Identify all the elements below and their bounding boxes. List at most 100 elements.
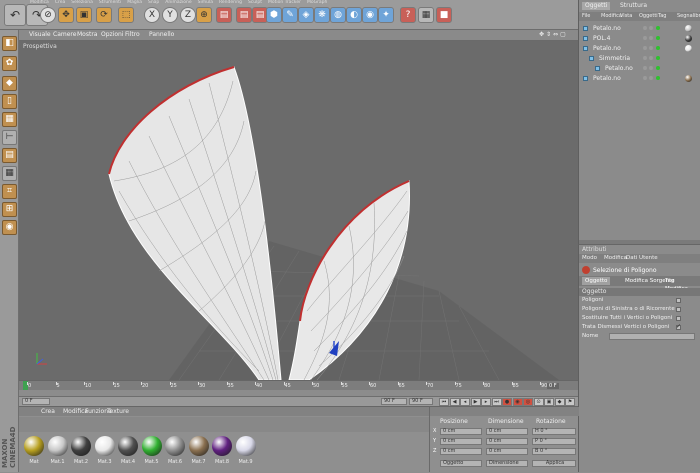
scale-icon[interactable]: ▣ <box>76 7 92 23</box>
attribute-tab[interactable]: Oggetto <box>582 277 611 285</box>
main-menu-item[interactable]: Crea <box>55 0 65 5</box>
texture-icon[interactable]: ✿ <box>2 56 17 71</box>
viewport-menu-pannello[interactable]: Pannello <box>149 31 174 38</box>
size-field[interactable]: 0 cm <box>486 428 528 435</box>
object-menu-item[interactable]: Segnalibri <box>677 13 700 19</box>
coordinate-system-icon[interactable]: ⊕ <box>196 7 212 23</box>
cube-icon[interactable]: ⬢ <box>266 7 282 23</box>
transport-button[interactable]: ⚑ <box>565 398 575 406</box>
main-menu-item[interactable]: Animazione <box>165 0 191 5</box>
material-swatch[interactable] <box>94 436 115 456</box>
apply-button[interactable]: Applica <box>532 460 576 467</box>
axis-icon[interactable]: ⊢ <box>2 130 17 145</box>
tab-structure[interactable]: Struttura <box>617 2 650 10</box>
material-swatch[interactable] <box>235 436 256 456</box>
attribute-name-field[interactable] <box>609 333 695 340</box>
transport-button[interactable]: ◉ <box>512 398 523 406</box>
end-frame-field[interactable]: 90 F <box>409 398 433 405</box>
edges-icon[interactable]: ▯ <box>2 94 17 109</box>
material-swatch[interactable] <box>188 436 209 456</box>
rotate-icon[interactable]: ⟳ <box>96 7 112 23</box>
attribute-checkbox[interactable] <box>676 298 681 303</box>
rotation-field[interactable]: B 0 ° <box>532 448 576 455</box>
grid-icon[interactable]: ▦ <box>2 166 17 181</box>
object-row[interactable]: POL.4 <box>579 34 700 43</box>
stop-icon[interactable]: ■ <box>436 7 452 23</box>
move-icon[interactable]: ✥ <box>58 7 74 23</box>
position-field[interactable]: 0 cm <box>440 428 482 435</box>
material-tag-icon[interactable] <box>685 25 692 32</box>
transport-button[interactable]: ▸ <box>481 398 491 406</box>
calculator-icon[interactable]: ▦ <box>418 7 434 23</box>
z-axis-icon[interactable]: Z <box>180 7 196 23</box>
material-swatch[interactable] <box>212 436 232 456</box>
attribute-menu-item[interactable]: Dati Utente <box>626 255 658 261</box>
material-swatch[interactable] <box>47 436 68 456</box>
main-menu-item[interactable]: Seleziona <box>71 0 93 5</box>
material-swatch[interactable] <box>165 436 185 456</box>
main-menu-item[interactable]: MoGraph <box>307 0 327 5</box>
object-menu-item[interactable]: Oggetti <box>639 13 658 19</box>
rotation-field[interactable]: P 0 ° <box>532 438 576 445</box>
transport-button[interactable]: ▣ <box>544 398 554 406</box>
camera-icon[interactable]: ◉ <box>362 7 378 23</box>
make-editable-icon[interactable]: ◧ <box>2 36 17 51</box>
material-swatch[interactable] <box>141 436 162 456</box>
main-menu-item[interactable]: Strumenti <box>99 0 121 5</box>
object-menu-item[interactable]: Vista <box>620 13 632 19</box>
array-icon[interactable]: ❋ <box>314 7 330 23</box>
viewport-perspective[interactable]: Prospettiva <box>19 41 578 380</box>
visibility-editor-dot[interactable] <box>643 26 647 30</box>
enable-check-dot[interactable] <box>656 26 660 30</box>
viewport-menu-filtro[interactable]: Filtro <box>125 31 140 38</box>
object-row[interactable]: Simmetria <box>579 54 700 63</box>
spline-pen-icon[interactable]: ✎ <box>282 7 298 23</box>
coordinate-size-select[interactable]: Dimensione <box>486 460 528 467</box>
transport-button[interactable]: ⏮ <box>439 398 449 406</box>
material-swatch[interactable] <box>71 436 91 456</box>
viewport-menu-camere[interactable]: Camere <box>53 31 76 38</box>
visibility-render-dot[interactable] <box>649 36 653 40</box>
main-menu-item[interactable]: Sculpt <box>248 0 262 5</box>
light-icon[interactable]: ✦ <box>378 7 394 23</box>
visibility-editor-dot[interactable] <box>643 76 647 80</box>
material-tag-icon[interactable] <box>685 45 692 52</box>
render-picture-icon[interactable]: ▤ <box>236 7 252 23</box>
x-axis-icon[interactable]: X <box>144 7 160 23</box>
undo-icon[interactable]: ↶ <box>4 4 26 26</box>
python-icon[interactable]: ? <box>400 7 416 23</box>
size-field[interactable]: 0 cm <box>486 438 528 445</box>
object-menu-item[interactable]: Tag <box>658 13 666 19</box>
lock-icon[interactable]: ◉ <box>2 220 17 235</box>
attribute-checkbox[interactable] <box>676 307 681 312</box>
enable-check-dot[interactable] <box>656 36 660 40</box>
polygons-icon[interactable]: ▦ <box>2 112 17 127</box>
visibility-editor-dot[interactable] <box>643 46 647 50</box>
render-view-icon[interactable]: ▤ <box>216 7 232 23</box>
transport-button[interactable]: ⊙ <box>533 398 544 406</box>
main-menu-item[interactable]: Simula <box>198 0 213 5</box>
viewport-scene[interactable] <box>19 41 578 380</box>
material-tag-icon[interactable] <box>685 35 692 42</box>
viewport-menu-opzioni[interactable]: Opzioni <box>101 31 124 38</box>
viewport-nav-icons[interactable]: ✥⇕⇔▢ <box>539 31 568 38</box>
visibility-render-dot[interactable] <box>649 76 653 80</box>
enable-check-dot[interactable] <box>656 76 660 80</box>
tab-objects[interactable]: Oggetti <box>582 2 611 10</box>
attribute-checkbox[interactable] <box>676 316 681 321</box>
current-frame-field[interactable]: 90 F <box>381 398 407 405</box>
main-menu-item[interactable]: Snap <box>148 0 159 5</box>
attribute-menu-item[interactable]: Modifica <box>604 255 627 261</box>
visibility-editor-dot[interactable] <box>643 36 647 40</box>
scene-icon[interactable]: ◐ <box>346 7 362 23</box>
main-menu-item[interactable]: Motion Tracker <box>268 0 301 5</box>
transport-button[interactable]: ▶ <box>470 398 481 406</box>
enable-check-dot[interactable] <box>656 66 660 70</box>
position-field[interactable]: 0 cm <box>440 438 482 445</box>
tweak-icon[interactable]: ▤ <box>2 148 17 163</box>
size-field[interactable]: 0 cm <box>486 448 528 455</box>
viewport-menu-visuale[interactable]: Visuale <box>29 31 51 38</box>
points-icon[interactable]: ◆ <box>2 76 17 91</box>
enable-check-dot[interactable] <box>656 46 660 50</box>
live-select-icon[interactable]: ⊘ <box>40 7 56 23</box>
